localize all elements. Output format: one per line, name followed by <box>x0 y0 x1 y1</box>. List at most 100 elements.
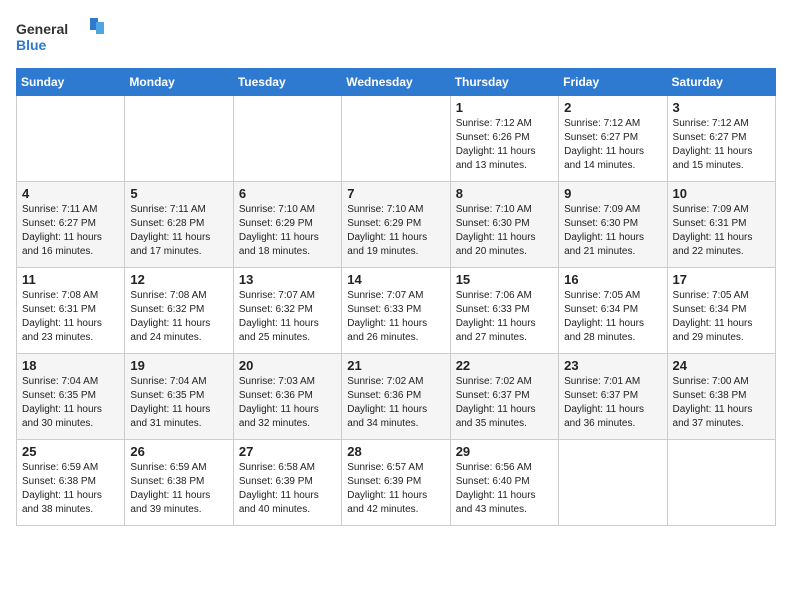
calendar-cell: 25Sunrise: 6:59 AM Sunset: 6:38 PM Dayli… <box>17 440 125 526</box>
day-number: 14 <box>347 272 444 287</box>
day-number: 11 <box>22 272 119 287</box>
calendar-cell: 8 Sunrise: 7:10 AM Sunset: 6:30 PM Daylig… <box>450 182 558 268</box>
day-number: 5 <box>130 186 227 201</box>
svg-text:General: General <box>16 21 68 37</box>
calendar-cell: 20Sunrise: 7:03 AM Sunset: 6:36 PM Dayli… <box>233 354 341 440</box>
page-header: General Blue <box>16 16 776 56</box>
logo: General Blue <box>16 16 106 56</box>
calendar-cell: 2Sunrise: 7:12 AM Sunset: 6:27 PM Daylig… <box>559 96 667 182</box>
calendar-cell: 15 Sunrise: 7:06 AM Sunset: 6:33 PM Dayli… <box>450 268 558 354</box>
calendar-cell: 1Sunrise: 7:12 AM Sunset: 6:26 PM Daylig… <box>450 96 558 182</box>
day-info: Sunrise: 7:09 AM Sunset: 6:31 PM Dayligh… <box>673 203 770 259</box>
calendar-cell <box>125 96 233 182</box>
day-number: 22 <box>456 358 553 373</box>
calendar-cell: 10 Sunrise: 7:09 AM Sunset: 6:31 PM Dayli… <box>667 182 775 268</box>
day-number: 13 <box>239 272 336 287</box>
day-number: 6 <box>239 186 336 201</box>
weekday-header-sunday: Sunday <box>17 69 125 96</box>
calendar-cell: 21Sunrise: 7:02 AM Sunset: 6:36 PM Dayli… <box>342 354 450 440</box>
calendar-cell: 5 Sunrise: 7:11 AM Sunset: 6:28 PM Daylig… <box>125 182 233 268</box>
weekday-header-row: SundayMondayTuesdayWednesdayThursdayFrid… <box>17 69 776 96</box>
day-info: Sunrise: 7:07 AM Sunset: 6:32 PM Dayligh… <box>239 289 336 345</box>
day-info: Sunrise: 7:11 AM Sunset: 6:28 PM Dayligh… <box>130 203 227 259</box>
day-number: 10 <box>673 186 770 201</box>
calendar-cell: 18 Sunrise: 7:04 AM Sunset: 6:35 PM Dayli… <box>17 354 125 440</box>
day-info: Sunrise: 7:08 AM Sunset: 6:31 PM Dayligh… <box>22 289 119 345</box>
calendar-cell: 29 Sunrise: 6:56 AM Sunset: 6:40 PM Dayli… <box>450 440 558 526</box>
calendar-cell: 9Sunrise: 7:09 AM Sunset: 6:30 PM Daylig… <box>559 182 667 268</box>
day-number: 17 <box>673 272 770 287</box>
calendar-cell: 7 Sunrise: 7:10 AM Sunset: 6:29 PM Daylig… <box>342 182 450 268</box>
calendar-cell <box>559 440 667 526</box>
day-number: 29 <box>456 444 553 459</box>
calendar-cell: 23 Sunrise: 7:01 AM Sunset: 6:37 PM Dayli… <box>559 354 667 440</box>
calendar-week-row: 25Sunrise: 6:59 AM Sunset: 6:38 PM Dayli… <box>17 440 776 526</box>
day-info: Sunrise: 7:10 AM Sunset: 6:29 PM Dayligh… <box>239 203 336 259</box>
weekday-header-saturday: Saturday <box>667 69 775 96</box>
day-info: Sunrise: 7:12 AM Sunset: 6:27 PM Dayligh… <box>673 117 770 173</box>
calendar-cell: 17 Sunrise: 7:05 AM Sunset: 6:34 PM Dayli… <box>667 268 775 354</box>
day-info: Sunrise: 7:09 AM Sunset: 6:30 PM Dayligh… <box>564 203 661 259</box>
day-info: Sunrise: 6:56 AM Sunset: 6:40 PM Dayligh… <box>456 461 553 517</box>
calendar-cell: 13 Sunrise: 7:07 AM Sunset: 6:32 PM Dayli… <box>233 268 341 354</box>
day-number: 18 <box>22 358 119 373</box>
day-number: 4 <box>22 186 119 201</box>
weekday-header-wednesday: Wednesday <box>342 69 450 96</box>
day-info: Sunrise: 7:01 AM Sunset: 6:37 PM Dayligh… <box>564 375 661 431</box>
day-number: 27 <box>239 444 336 459</box>
calendar-cell <box>342 96 450 182</box>
calendar-cell <box>233 96 341 182</box>
calendar-week-row: 18 Sunrise: 7:04 AM Sunset: 6:35 PM Dayli… <box>17 354 776 440</box>
day-info: Sunrise: 7:02 AM Sunset: 6:37 PM Dayligh… <box>456 375 553 431</box>
day-number: 8 <box>456 186 553 201</box>
day-info: Sunrise: 7:08 AM Sunset: 6:32 PM Dayligh… <box>130 289 227 345</box>
weekday-header-friday: Friday <box>559 69 667 96</box>
calendar-table: SundayMondayTuesdayWednesdayThursdayFrid… <box>16 68 776 526</box>
day-number: 16 <box>564 272 661 287</box>
day-number: 15 <box>456 272 553 287</box>
calendar-cell: 11 Sunrise: 7:08 AM Sunset: 6:31 PM Dayli… <box>17 268 125 354</box>
calendar-cell: 16 Sunrise: 7:05 AM Sunset: 6:34 PM Dayli… <box>559 268 667 354</box>
calendar-week-row: 1Sunrise: 7:12 AM Sunset: 6:26 PM Daylig… <box>17 96 776 182</box>
day-info: Sunrise: 7:04 AM Sunset: 6:35 PM Dayligh… <box>130 375 227 431</box>
calendar-cell: 26 Sunrise: 6:59 AM Sunset: 6:38 PM Dayli… <box>125 440 233 526</box>
day-number: 3 <box>673 100 770 115</box>
day-info: Sunrise: 7:06 AM Sunset: 6:33 PM Dayligh… <box>456 289 553 345</box>
day-info: Sunrise: 7:10 AM Sunset: 6:30 PM Dayligh… <box>456 203 553 259</box>
calendar-cell <box>17 96 125 182</box>
calendar-cell <box>667 440 775 526</box>
day-number: 24 <box>673 358 770 373</box>
logo-svg: General Blue <box>16 16 106 56</box>
day-number: 19 <box>130 358 227 373</box>
day-info: Sunrise: 6:57 AM Sunset: 6:39 PM Dayligh… <box>347 461 444 517</box>
calendar-week-row: 11 Sunrise: 7:08 AM Sunset: 6:31 PM Dayli… <box>17 268 776 354</box>
calendar-week-row: 4 Sunrise: 7:11 AM Sunset: 6:27 PM Daylig… <box>17 182 776 268</box>
day-info: Sunrise: 6:59 AM Sunset: 6:38 PM Dayligh… <box>130 461 227 517</box>
day-info: Sunrise: 7:02 AM Sunset: 6:36 PM Dayligh… <box>347 375 444 431</box>
calendar-cell: 22 Sunrise: 7:02 AM Sunset: 6:37 PM Dayli… <box>450 354 558 440</box>
day-info: Sunrise: 7:05 AM Sunset: 6:34 PM Dayligh… <box>564 289 661 345</box>
day-number: 26 <box>130 444 227 459</box>
day-info: Sunrise: 6:59 AM Sunset: 6:38 PM Dayligh… <box>22 461 119 517</box>
calendar-cell: 14 Sunrise: 7:07 AM Sunset: 6:33 PM Dayli… <box>342 268 450 354</box>
day-number: 28 <box>347 444 444 459</box>
calendar-cell: 27 Sunrise: 6:58 AM Sunset: 6:39 PM Dayli… <box>233 440 341 526</box>
calendar-cell: 12 Sunrise: 7:08 AM Sunset: 6:32 PM Dayli… <box>125 268 233 354</box>
day-info: Sunrise: 7:04 AM Sunset: 6:35 PM Dayligh… <box>22 375 119 431</box>
calendar-cell: 3 Sunrise: 7:12 AM Sunset: 6:27 PM Daylig… <box>667 96 775 182</box>
calendar-cell: 24Sunrise: 7:00 AM Sunset: 6:38 PM Dayli… <box>667 354 775 440</box>
day-number: 2 <box>564 100 661 115</box>
day-info: Sunrise: 7:10 AM Sunset: 6:29 PM Dayligh… <box>347 203 444 259</box>
day-info: Sunrise: 7:07 AM Sunset: 6:33 PM Dayligh… <box>347 289 444 345</box>
day-info: Sunrise: 7:05 AM Sunset: 6:34 PM Dayligh… <box>673 289 770 345</box>
calendar-cell: 28 Sunrise: 6:57 AM Sunset: 6:39 PM Dayli… <box>342 440 450 526</box>
day-number: 12 <box>130 272 227 287</box>
day-info: Sunrise: 7:11 AM Sunset: 6:27 PM Dayligh… <box>22 203 119 259</box>
weekday-header-monday: Monday <box>125 69 233 96</box>
calendar-cell: 4 Sunrise: 7:11 AM Sunset: 6:27 PM Daylig… <box>17 182 125 268</box>
day-info: Sunrise: 6:58 AM Sunset: 6:39 PM Dayligh… <box>239 461 336 517</box>
day-number: 1 <box>456 100 553 115</box>
day-number: 7 <box>347 186 444 201</box>
day-number: 23 <box>564 358 661 373</box>
weekday-header-tuesday: Tuesday <box>233 69 341 96</box>
